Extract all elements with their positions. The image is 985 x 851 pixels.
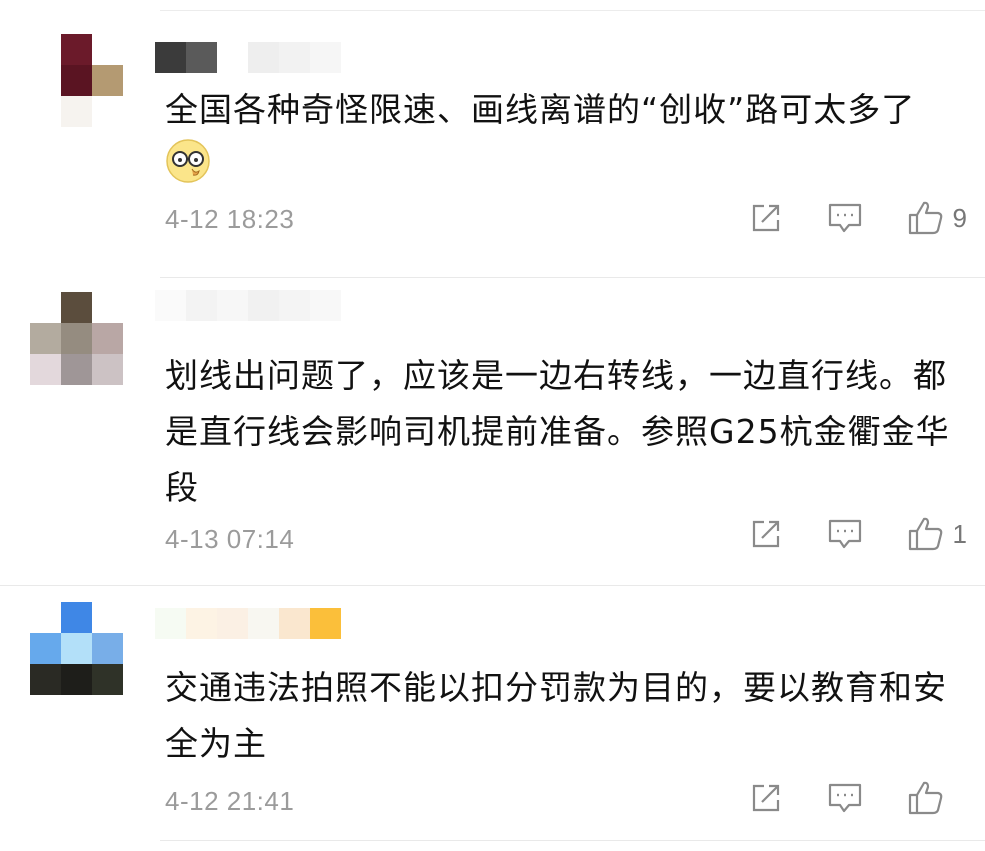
username-pixel	[279, 608, 310, 639]
username-pixel	[310, 42, 341, 73]
avatar-pixel	[92, 602, 123, 633]
username-pixel	[186, 608, 217, 639]
reply-comment-icon	[828, 519, 861, 549]
share-button[interactable]	[749, 517, 783, 551]
avatar[interactable]	[30, 602, 123, 695]
username-pixel	[248, 290, 279, 321]
reply-button[interactable]	[827, 781, 863, 815]
avatar-pixel	[92, 633, 123, 664]
avatar-pixel	[92, 96, 123, 127]
username-pixel	[155, 42, 186, 73]
username-pixel	[217, 42, 248, 73]
like-button[interactable]	[907, 780, 967, 816]
username-blurred[interactable]	[155, 608, 341, 639]
avatar-pixel	[30, 323, 61, 354]
thumbs-up-icon	[908, 201, 942, 235]
username-blurred[interactable]	[155, 42, 341, 73]
like-count: 1	[952, 518, 967, 549]
avatar-pixel	[92, 354, 123, 385]
avatar-pixel	[30, 34, 61, 65]
share-icon	[752, 204, 779, 232]
avatar-pixel	[61, 354, 92, 385]
reply-button[interactable]	[827, 517, 863, 551]
comment-text: 交通违法拍照不能以扣分罚款为目的，要以教育和安全为主	[165, 668, 947, 763]
comment-timestamp: 4-12 18:23	[165, 204, 295, 234]
comment-item: 交通违法拍照不能以扣分罚款为目的，要以教育和安全为主 4-12 21:41	[0, 586, 985, 841]
username-pixel	[155, 608, 186, 639]
like-count: 9	[952, 202, 967, 233]
username-pixel	[310, 608, 341, 639]
avatar[interactable]	[30, 34, 123, 127]
avatar-pixel	[30, 65, 61, 96]
username-pixel	[310, 290, 341, 321]
avatar-pixel	[30, 602, 61, 633]
eyeglasses-emoji-icon	[166, 139, 210, 183]
thumbs-up-icon	[908, 517, 942, 551]
avatar[interactable]	[30, 292, 123, 385]
comment-text: 划线出问题了，应该是一边右转线，一边直行线。都是直行线会影响司机提前准备。参照G…	[165, 356, 950, 507]
avatar-pixel	[61, 34, 92, 65]
avatar-pixel	[30, 354, 61, 385]
username-pixel	[279, 290, 310, 321]
avatar-pixel	[61, 96, 92, 127]
reply-comment-icon	[828, 783, 862, 813]
comment-item: 全国各种奇怪限速、画线离谱的“创收”路可太多了 4-12 18:23 9	[0, 10, 985, 278]
comment-timestamp: 4-13 07:14	[165, 524, 295, 554]
avatar-pixel	[92, 664, 123, 695]
avatar-pixel	[61, 292, 92, 323]
username-pixel	[279, 42, 310, 73]
comment-text: 全国各种奇怪限速、画线离谱的“创收”路可太多了	[165, 90, 916, 129]
username-pixel	[217, 290, 248, 321]
share-icon	[752, 520, 779, 548]
share-icon	[752, 784, 780, 812]
avatar-pixel	[92, 323, 123, 354]
comment-divider	[160, 840, 985, 841]
username-pixel	[186, 290, 217, 321]
comment-item: 划线出问题了，应该是一边右转线，一边直行线。都是直行线会影响司机提前准备。参照G…	[0, 278, 985, 586]
avatar-pixel	[92, 292, 123, 323]
comment-timestamp: 4-12 21:41	[165, 786, 295, 816]
avatar-pixel	[61, 65, 92, 96]
avatar-pixel	[92, 65, 123, 96]
avatar-pixel	[61, 664, 92, 695]
like-button[interactable]: 1	[907, 516, 967, 552]
share-button[interactable]	[749, 201, 783, 235]
username-blurred[interactable]	[155, 290, 341, 321]
avatar-pixel	[30, 664, 61, 695]
username-pixel	[248, 608, 279, 639]
avatar-pixel	[30, 292, 61, 323]
username-pixel	[186, 42, 217, 73]
avatar-pixel	[30, 633, 61, 664]
like-button[interactable]: 9	[907, 200, 967, 236]
comment-actions: 1	[749, 516, 967, 552]
username-pixel	[217, 608, 248, 639]
avatar-pixel	[30, 96, 61, 127]
username-pixel	[248, 42, 279, 73]
avatar-pixel	[61, 323, 92, 354]
comment-actions	[749, 780, 967, 816]
reply-comment-icon	[828, 203, 861, 233]
share-button[interactable]	[749, 781, 783, 815]
avatar-pixel	[61, 633, 92, 664]
reply-button[interactable]	[827, 201, 863, 235]
avatar-pixel	[61, 602, 92, 633]
thumbs-up-icon	[908, 781, 943, 815]
username-pixel	[155, 290, 186, 321]
comment-actions: 9	[749, 200, 967, 236]
avatar-pixel	[92, 34, 123, 65]
